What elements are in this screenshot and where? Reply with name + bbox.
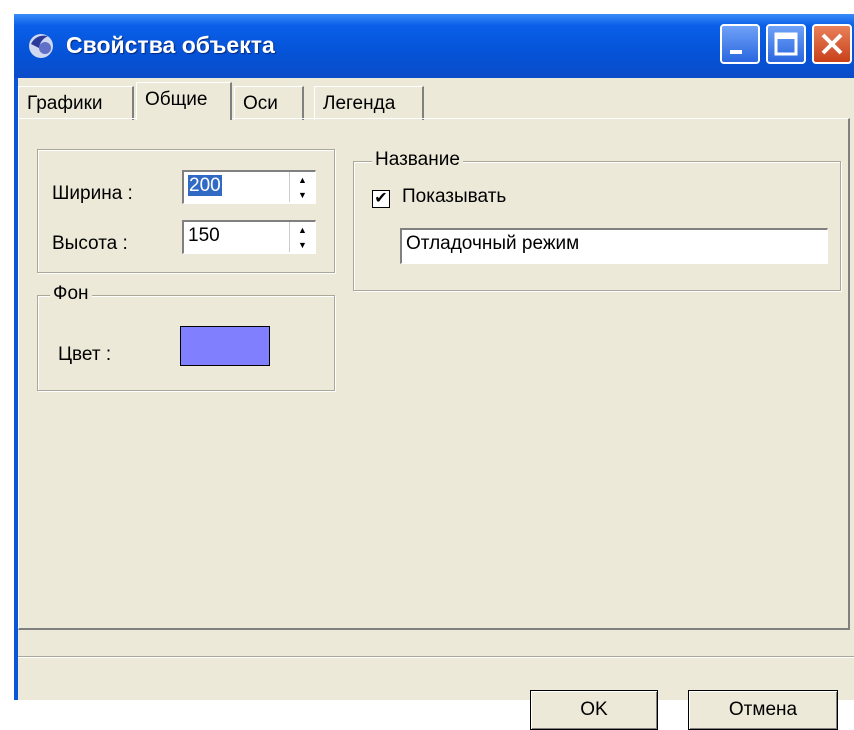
properties-dialog: Свойства объекта Графики Общие Оси Леген… [14, 14, 854, 730]
title-group: Название ✔ Показывать Отладочный режим [353, 149, 841, 291]
color-label: Цвет : [58, 344, 112, 365]
height-value: 150 [188, 225, 220, 246]
show-title-label[interactable]: Показывать [402, 186, 506, 208]
minimize-icon [730, 50, 742, 54]
spin-down-icon[interactable]: ▼ [290, 187, 315, 202]
width-value: 200 [188, 175, 222, 196]
show-title-checkbox[interactable]: ✔ [372, 190, 390, 208]
height-spinner[interactable]: ▲ ▼ [289, 222, 315, 252]
app-icon [29, 34, 53, 58]
title-text-value: Отладочный режим [406, 233, 580, 254]
title-bar[interactable]: Свойства объекта [14, 14, 854, 78]
tab-axes[interactable]: Оси [234, 86, 304, 120]
tab-graphs[interactable]: Графики [18, 86, 134, 120]
background-group-label: Фон [50, 283, 92, 305]
cancel-button[interactable]: Отмена [688, 690, 838, 730]
background-group: Фон Цвет : [37, 283, 335, 391]
dialog-client-area: Графики Общие Оси Легенда Ширина : 200 ▲… [18, 78, 854, 730]
width-field[interactable]: 200 ▲ ▼ [182, 170, 316, 204]
title-text-field[interactable]: Отладочный режим [400, 228, 828, 264]
tab-legend[interactable]: Легенда [314, 86, 424, 120]
window-title: Свойства объекта [66, 32, 275, 58]
minimize-button[interactable] [720, 24, 760, 64]
size-group: Ширина : 200 ▲ ▼ Высота : 150 ▲ ▼ [37, 149, 335, 273]
tab-panel-general: Ширина : 200 ▲ ▼ Высота : 150 ▲ ▼ Фон Цв… [18, 118, 850, 630]
title-group-label: Название [372, 149, 463, 171]
height-label: Высота : [52, 233, 128, 254]
width-spinner[interactable]: ▲ ▼ [289, 172, 315, 202]
spin-down-icon[interactable]: ▼ [290, 237, 315, 252]
close-button[interactable] [812, 24, 852, 64]
tab-general[interactable]: Общие [136, 82, 232, 120]
ok-button[interactable]: OK [530, 690, 658, 730]
separator-line [18, 656, 854, 658]
maximize-button[interactable] [766, 24, 806, 64]
width-label: Ширина : [52, 183, 133, 204]
height-field[interactable]: 150 ▲ ▼ [182, 220, 316, 254]
close-icon [821, 33, 843, 55]
maximize-icon [774, 32, 798, 56]
color-swatch[interactable] [180, 326, 270, 366]
